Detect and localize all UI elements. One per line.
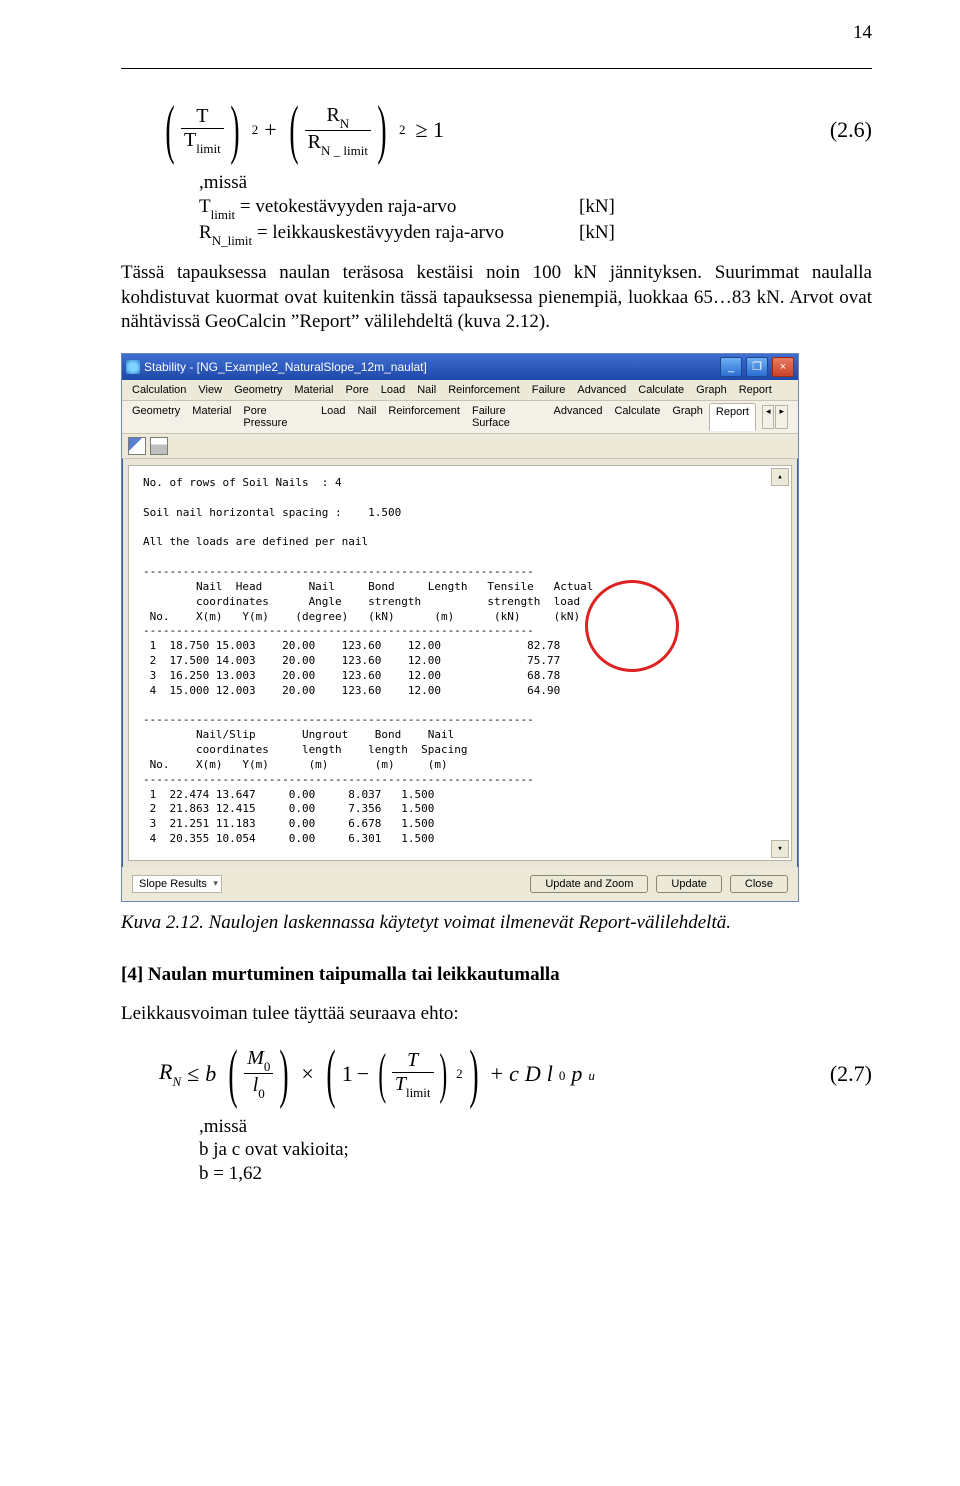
tab-report[interactable]: Report (709, 403, 756, 431)
report-row: 3 21.251 11.183 0.00 6.678 1.500 (143, 817, 781, 832)
tab-scroll-right-icon[interactable]: ▸ (775, 405, 788, 429)
close-button[interactable]: × (772, 357, 794, 377)
menu-item[interactable]: Report (733, 382, 778, 398)
report-row: 4 15.000 12.003 20.00 123.60 12.00 64.90 (143, 684, 781, 699)
menu-item[interactable]: Geometry (228, 382, 288, 398)
equation-2-7: RN ≤ b ( M0 l0 ) × ( 1 − ( T (159, 1047, 872, 1101)
menu-item[interactable]: Load (375, 382, 411, 398)
menu-item[interactable]: Calculation (126, 382, 192, 398)
report-line: All the loads are defined per nail (143, 535, 781, 550)
tab[interactable]: Reinforcement (382, 403, 466, 431)
menu-item[interactable]: Reinforcement (442, 382, 526, 398)
tab[interactable]: Nail (351, 403, 382, 431)
menu-item[interactable]: View (192, 382, 228, 398)
slope-dropdown[interactable]: Slope Results (132, 875, 222, 893)
tab-bar: Geometry Material Pore Pressure Load Nai… (122, 401, 798, 434)
scroll-down-icon[interactable]: ▾ (771, 840, 789, 858)
update-zoom-button[interactable]: Update and Zoom (530, 875, 648, 893)
report-header: Nail/Slip Ungrout Bond Nail (143, 728, 781, 743)
report-line: Soil nail horizontal spacing : 1.500 (143, 506, 781, 521)
maximize-button[interactable]: ❐ (746, 357, 768, 377)
save-icon[interactable] (128, 437, 146, 455)
paragraph-1: Tässä tapauksessa naulan teräsosa kestäi… (121, 261, 872, 335)
tab[interactable]: Geometry (126, 403, 186, 431)
report-row: 2 21.863 12.415 0.00 7.356 1.500 (143, 802, 781, 817)
tab[interactable]: Calculate (608, 403, 666, 431)
figure-caption: Kuva 2.12. Naulojen laskennassa käytetyt… (121, 912, 872, 934)
update-button[interactable]: Update (656, 875, 721, 893)
report-row: 1 22.474 13.647 0.00 8.037 1.500 (143, 788, 781, 803)
page-number: 14 (853, 22, 872, 44)
report-line: No. of rows of Soil Nails : 4 (143, 476, 781, 491)
report-dash: ----------------------------------------… (143, 773, 781, 788)
eq-number-2-7: (2.7) (830, 1061, 872, 1087)
report-row: 3 16.250 13.003 20.00 123.60 12.00 68.78 (143, 669, 781, 684)
section-heading: [4] Naulan murtuminen taipumalla tai lei… (121, 964, 872, 986)
menu-item[interactable]: Pore (340, 382, 375, 398)
report-header: coordinates length length Spacing (143, 743, 781, 758)
paragraph-2: Leikkausvoiman tulee täyttää seuraava eh… (121, 1002, 872, 1027)
report-row: 1 18.750 15.003 20.00 123.60 12.00 82.78 (143, 639, 781, 654)
minimize-button[interactable]: _ (720, 357, 742, 377)
tab[interactable]: Pore Pressure (237, 403, 315, 431)
app-icon (126, 360, 140, 374)
tab[interactable]: Advanced (548, 403, 609, 431)
eq2-definitions: ,missä b ja c ovat vakioita; b = 1,62 (199, 1115, 872, 1186)
menu-item[interactable]: Graph (690, 382, 733, 398)
report-row: 4 20.355 10.054 0.00 6.301 1.500 (143, 832, 781, 847)
menu-item[interactable]: Nail (411, 382, 442, 398)
menu-item[interactable]: Failure (526, 382, 572, 398)
menu-item[interactable]: Advanced (571, 382, 632, 398)
button-bar: Slope Results Update and Zoom Update Clo… (122, 867, 798, 901)
report-header: Nail Head Nail Bond Length Tensile Actua… (143, 580, 781, 595)
report-row: 2 17.500 14.003 20.00 123.60 12.00 75.77 (143, 654, 781, 669)
close2-button[interactable]: Close (730, 875, 788, 893)
equation-2-6: ( T Tlimit ) 2 + ( RN RN _ limit ) 2 ≥ 1… (159, 103, 872, 157)
report-dash: ----------------------------------------… (143, 713, 781, 728)
menu-item[interactable]: Material (288, 382, 339, 398)
tab[interactable]: Material (186, 403, 237, 431)
title-bar: Stability - [NG_Example2_NaturalSlope_12… (122, 354, 798, 380)
tab[interactable]: Failure Surface (466, 403, 548, 431)
menu-bar: Calculation View Geometry Material Pore … (122, 380, 798, 401)
top-rule (121, 68, 872, 69)
tab[interactable]: Load (315, 403, 351, 431)
window-title: Stability - [NG_Example2_NaturalSlope_12… (144, 360, 427, 374)
tab[interactable]: Graph (666, 403, 709, 431)
report-header: No. X(m) Y(m) (m) (m) (m) (143, 758, 781, 773)
eq1-definitions: ,missä Tlimit = vetokestävyyden raja-arv… (199, 171, 872, 247)
eq-number-2-6: (2.6) (830, 117, 872, 143)
tab-scroll-left-icon[interactable]: ◂ (762, 405, 775, 429)
report-header: coordinates Angle strength strength load (143, 595, 781, 610)
menu-item[interactable]: Calculate (632, 382, 690, 398)
scroll-up-icon[interactable]: ▴ (771, 468, 789, 486)
toolbar (122, 434, 798, 459)
report-header: No. X(m) Y(m) (degree) (kN) (m) (kN) (kN… (143, 610, 781, 625)
report-dash: ----------------------------------------… (143, 565, 781, 580)
report-dash: ----------------------------------------… (143, 624, 781, 639)
app-window: Stability - [NG_Example2_NaturalSlope_12… (121, 353, 799, 902)
report-text-area: ▴ ▾ No. of rows of Soil Nails : 4 Soil n… (128, 465, 792, 861)
print-icon[interactable] (150, 437, 168, 455)
